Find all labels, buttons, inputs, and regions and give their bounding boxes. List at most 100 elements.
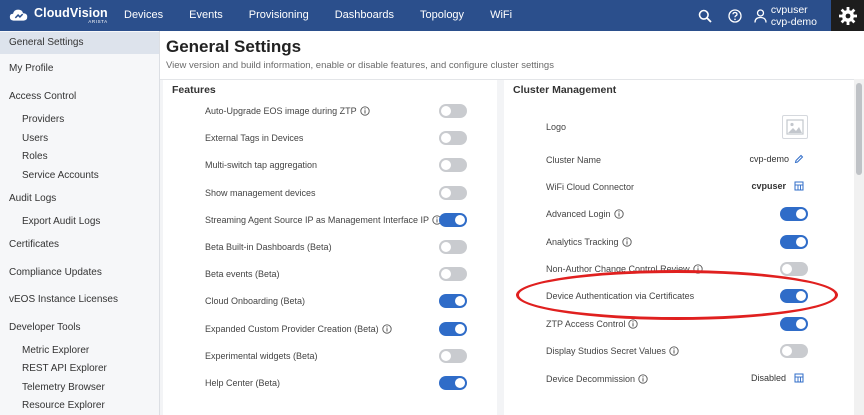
toggle-help-center-beta[interactable] xyxy=(439,376,467,390)
cluster-row: Device Decommission xyxy=(546,368,746,390)
info-icon[interactable] xyxy=(359,106,370,116)
toggle-streaming-agent-source-ip-as-management-interface-ip[interactable] xyxy=(439,212,467,227)
cluster-value-device-decommission: Disabled xyxy=(751,373,804,383)
sidebar-item-compliance-updates[interactable]: Compliance Updates xyxy=(0,264,159,282)
sidebar-item-general-settings[interactable]: General Settings xyxy=(0,32,159,54)
sidebar-item-rest-api-explorer[interactable]: REST API Explorer xyxy=(0,360,159,378)
toggle-auto-upgrade-eos-image-during-ztp[interactable] xyxy=(439,104,467,118)
cloudvision-logo-icon xyxy=(9,9,28,21)
sidebar-item-export-audit-logs[interactable]: Export Audit Logs xyxy=(0,213,159,231)
sidebar-item-audit-logs[interactable]: Audit Logs xyxy=(0,190,159,208)
page-description: View version and build information, enab… xyxy=(166,60,554,71)
nav-dashboards[interactable]: Dashboards xyxy=(322,0,407,31)
user-icon xyxy=(754,8,767,23)
cluster-row: WiFi Cloud Connector xyxy=(546,176,746,198)
toggle-device-authentication-via-certificates[interactable] xyxy=(780,289,808,303)
toggle-display-studios-secret-values[interactable] xyxy=(780,344,808,358)
info-icon[interactable] xyxy=(692,264,703,274)
cluster-label-non-author-change-control-review: Non-Author Change Control Review xyxy=(546,264,690,274)
feature-label-experimental-widgets-beta: Experimental widgets (Beta) xyxy=(205,350,318,361)
sidebar-item-providers[interactable]: Providers xyxy=(0,111,159,129)
sidebar-item-developer-tools[interactable]: Developer Tools xyxy=(0,319,159,337)
sidebar-item-roles[interactable]: Roles xyxy=(0,148,159,166)
logo-sub: ARISTA xyxy=(88,19,108,24)
settings-content: Features Auto-Upgrade EOS image during Z… xyxy=(160,79,854,415)
feature-label-show-management-devices: Show management devices xyxy=(205,187,316,198)
cluster-row: Logo xyxy=(546,116,746,138)
nav-devices[interactable]: Devices xyxy=(118,0,176,31)
feature-row: Expanded Custom Provider Creation (Beta) xyxy=(205,318,445,340)
feature-label-cloud-onboarding-beta: Cloud Onboarding (Beta) xyxy=(205,296,306,307)
page-scrollbar[interactable] xyxy=(854,79,864,415)
toggle-analytics-tracking[interactable] xyxy=(780,235,808,249)
search-icon[interactable] xyxy=(697,8,713,24)
feature-row: Streaming Agent Source IP as Management … xyxy=(205,209,445,231)
toggle-beta-built-in-dashboards-beta[interactable] xyxy=(439,240,467,254)
sidebar-item-users[interactable]: Users xyxy=(0,130,159,148)
image-placeholder-icon xyxy=(786,119,804,135)
cloudvision-logo[interactable]: CloudVision ARISTA xyxy=(0,0,118,31)
help-icon[interactable] xyxy=(727,8,743,24)
cluster-row: ZTP Access Control xyxy=(546,313,746,335)
cluster-row: Display Studios Secret Values xyxy=(546,340,746,362)
gear-icon xyxy=(838,6,857,25)
feature-label-multi-switch-tap-aggregation: Multi-switch tap aggregation xyxy=(205,160,318,171)
sidebar-item-telemetry-browser[interactable]: Telemetry Browser xyxy=(0,379,159,397)
cluster-management-panel: Cluster Management Logo Cluster Name cvp-d… xyxy=(504,80,854,415)
nav-events[interactable]: Events xyxy=(176,0,236,31)
info-icon[interactable] xyxy=(621,237,632,247)
table-icon[interactable] xyxy=(794,373,804,383)
toggle-non-author-change-control-review[interactable] xyxy=(780,262,808,276)
info-icon[interactable] xyxy=(613,209,624,219)
cluster-value-text: Disabled xyxy=(750,373,786,383)
toggle-external-tags-in-devices[interactable] xyxy=(439,131,467,146)
toggle-experimental-widgets-beta[interactable] xyxy=(439,348,467,363)
sidebar-item-resource-explorer[interactable]: Resource Explorer xyxy=(0,397,159,415)
info-icon[interactable] xyxy=(628,319,639,329)
scroll-thumb[interactable] xyxy=(856,83,862,175)
user-name: cvpuser xyxy=(770,3,808,16)
info-icon[interactable] xyxy=(669,346,679,356)
sidebar-item-my-profile[interactable]: My Profile xyxy=(0,60,159,78)
nav-topology[interactable]: Topology xyxy=(407,0,477,31)
sidebar-item-service-accounts[interactable]: Service Accounts xyxy=(0,167,159,185)
feature-label-auto-upgrade-eos-image-during-ztp: Auto-Upgrade EOS image during ZTP xyxy=(205,106,357,116)
cluster-row: Advanced Login xyxy=(546,203,746,225)
toggle-ztp-access-control[interactable] xyxy=(780,317,808,331)
feature-row: Show management devices xyxy=(205,182,445,204)
cluster-label-cluster-name: Cluster Name xyxy=(546,155,602,165)
sidebar-item-veos-instance-licenses[interactable]: vEOS Instance Licenses xyxy=(0,291,159,309)
cluster-row: Device Authentication via Certificates xyxy=(546,285,746,307)
sidebar-item-certificates[interactable]: Certificates xyxy=(0,236,159,254)
cluster-label-ztp-access-control: ZTP Access Control xyxy=(546,319,626,329)
info-icon[interactable] xyxy=(638,374,648,384)
feature-row: Beta Built-in Dashboards (Beta) xyxy=(205,236,445,258)
settings-sidebar: General Settings My Profile Access Contr… xyxy=(0,31,160,415)
pencil-icon[interactable] xyxy=(794,154,804,164)
user-menu[interactable]: cvpuser cvp-demo xyxy=(754,4,817,28)
info-icon[interactable] xyxy=(381,323,392,334)
page-title: General Settings xyxy=(166,37,302,56)
toggle-advanced-login[interactable] xyxy=(780,207,808,221)
toggle-multi-switch-tap-aggregation[interactable] xyxy=(439,158,467,173)
table-icon[interactable] xyxy=(794,181,804,191)
cluster-label-analytics-tracking: Analytics Tracking xyxy=(546,237,619,247)
feature-row: Help Center (Beta) xyxy=(205,372,445,394)
toggle-cloud-onboarding-beta[interactable] xyxy=(439,294,467,309)
features-panel: Features Auto-Upgrade EOS image during Z… xyxy=(163,80,497,415)
user-cluster: cvp-demo xyxy=(770,15,817,28)
logo-upload-thumbnail[interactable] xyxy=(782,115,808,139)
cluster-row: Analytics Tracking xyxy=(546,231,746,253)
sidebar-item-metric-explorer[interactable]: Metric Explorer xyxy=(0,342,159,360)
logo-name: CloudVision xyxy=(34,5,108,20)
toggle-show-management-devices[interactable] xyxy=(439,185,467,200)
toggle-expanded-custom-provider-creation-beta[interactable] xyxy=(439,321,467,336)
feature-label-expanded-custom-provider-creation-beta: Expanded Custom Provider Creation (Beta) xyxy=(205,323,379,334)
main-nav: Devices Events Provisioning Dashboards T… xyxy=(118,0,525,31)
nav-provisioning[interactable]: Provisioning xyxy=(236,0,322,31)
settings-button[interactable] xyxy=(831,0,864,31)
toggle-beta-events-beta[interactable] xyxy=(439,267,467,282)
feature-row: External Tags in Devices xyxy=(205,127,445,149)
sidebar-item-access-control[interactable]: Access Control xyxy=(0,88,159,106)
nav-wifi[interactable]: WiFi xyxy=(477,0,525,31)
